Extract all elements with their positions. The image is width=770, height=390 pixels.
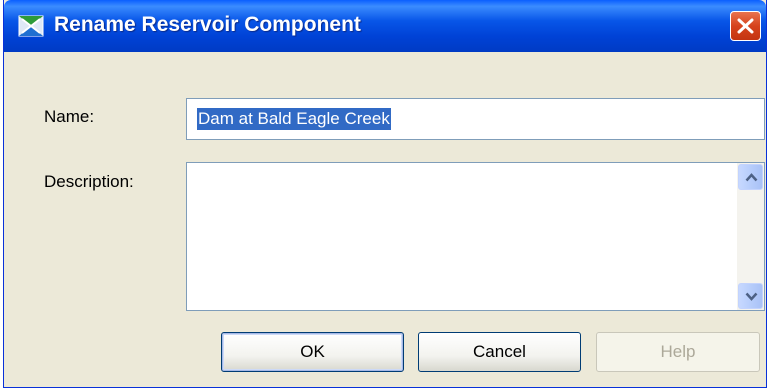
close-icon: [737, 18, 754, 34]
scroll-up-button[interactable]: [738, 164, 763, 190]
name-input[interactable]: Dam at Bald Eagle Creek: [186, 98, 765, 140]
reservoir-app-icon: [18, 15, 44, 37]
help-button[interactable]: Help: [596, 332, 760, 372]
chevron-down-icon: [745, 292, 758, 301]
description-textarea[interactable]: [186, 162, 765, 311]
ok-button[interactable]: OK: [221, 332, 404, 372]
description-scrollbar[interactable]: [737, 163, 764, 310]
chevron-up-icon: [745, 173, 758, 182]
scroll-down-button[interactable]: [738, 283, 763, 309]
close-button[interactable]: [730, 11, 761, 41]
name-input-value: Dam at Bald Eagle Creek: [197, 108, 391, 130]
rename-reservoir-dialog: Rename Reservoir Component Name: Dam at …: [3, 0, 767, 388]
title-bar[interactable]: Rename Reservoir Component: [4, 0, 766, 52]
name-label: Name:: [44, 107, 95, 126]
cancel-button[interactable]: Cancel: [418, 332, 581, 372]
dialog-title: Rename Reservoir Component: [54, 13, 361, 36]
description-label: Description:: [44, 172, 134, 191]
